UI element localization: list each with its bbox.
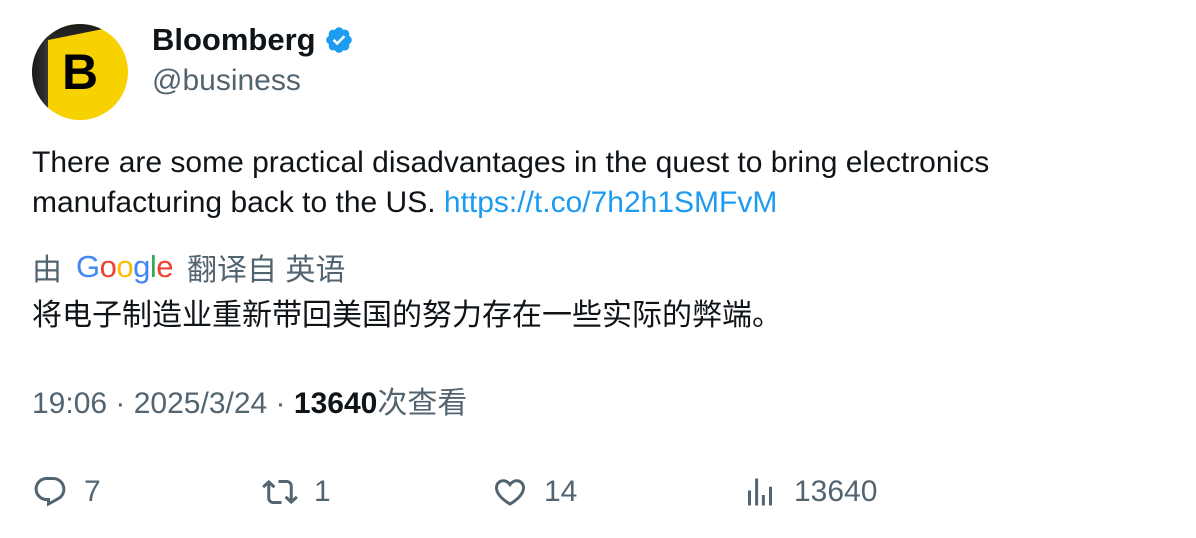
views-label: 次查看 xyxy=(377,387,468,420)
translation-attribution[interactable]: 由 Google 翻译自 英语 xyxy=(32,247,345,287)
avatar-letter: B xyxy=(61,44,99,100)
tweet-text: There are some practical disadvantages i… xyxy=(32,143,1162,223)
views-button[interactable]: 13640 xyxy=(742,472,877,512)
reply-button[interactable]: 7 xyxy=(32,472,101,512)
author-name[interactable]: Bloomberg xyxy=(152,22,316,58)
reply-icon xyxy=(34,477,66,507)
meta-separator-1: · xyxy=(107,387,134,420)
verified-badge-icon xyxy=(325,27,352,53)
views-count: 13640 xyxy=(293,387,378,420)
views-action-count: 13640 xyxy=(794,475,878,508)
tweet-time[interactable]: 19:06 xyxy=(32,384,107,424)
translated-text: 将电子制造业重新带回美国的努力存在一些实际的弊端。 xyxy=(32,299,782,332)
analytics-icon xyxy=(748,478,772,506)
author-name-row[interactable]: Bloomberg xyxy=(152,22,354,58)
translation-prefix: 由 xyxy=(32,254,62,287)
google-logo: Google xyxy=(76,249,174,284)
author-avatar[interactable]: B xyxy=(32,24,128,120)
like-button[interactable]: 14 xyxy=(492,472,577,512)
tweet-link[interactable]: https://t.co/7h2h1SMFvM xyxy=(444,186,777,219)
reply-count: 7 xyxy=(84,475,101,508)
tweet-meta: 19:06 · 2025/3/24 · 13640 次查看 xyxy=(32,384,467,424)
retweet-count: 1 xyxy=(314,475,331,508)
like-count: 14 xyxy=(544,475,578,508)
meta-separator-2: · xyxy=(267,387,294,420)
heart-icon xyxy=(494,479,526,506)
retweet-button[interactable]: 1 xyxy=(262,472,331,512)
tweet-date[interactable]: 2025/3/24 xyxy=(134,384,267,424)
retweet-icon xyxy=(262,479,298,505)
author-handle[interactable]: @business xyxy=(152,64,301,98)
translation-suffix: 翻译自 英语 xyxy=(187,254,346,287)
